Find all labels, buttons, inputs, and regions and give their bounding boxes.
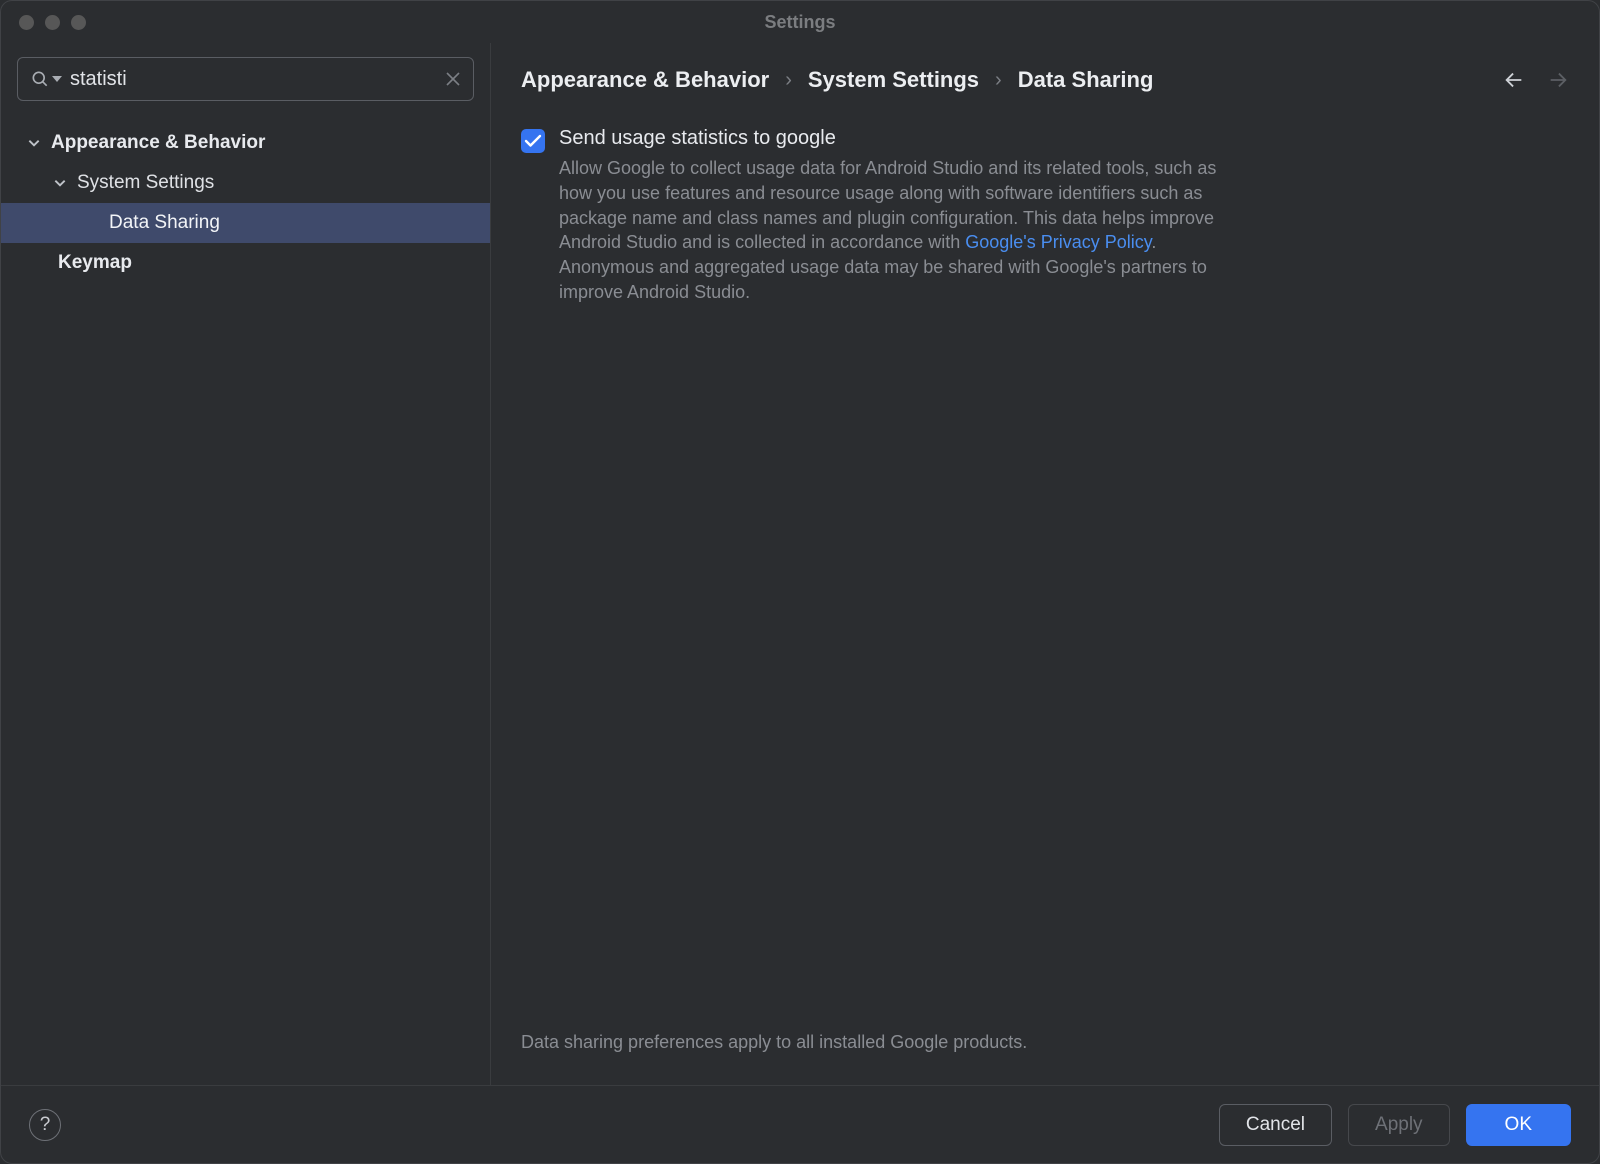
breadcrumb-separator-icon: › (995, 69, 1002, 92)
sidebar-item-label: Data Sharing (109, 212, 220, 234)
sidebar-item-label: System Settings (77, 172, 214, 194)
option-label: Send usage statistics to google (559, 127, 1239, 150)
cancel-button[interactable]: Cancel (1219, 1104, 1332, 1146)
chevron-down-icon (27, 136, 41, 150)
window-minimize-button[interactable] (45, 15, 60, 30)
content-header: Appearance & Behavior › System Settings … (521, 67, 1569, 93)
breadcrumb-part: Data Sharing (1018, 67, 1154, 93)
window-title: Settings (1, 12, 1599, 33)
send-usage-stats-option: Send usage statistics to google Allow Go… (521, 127, 1569, 305)
chevron-down-icon (53, 176, 67, 190)
search-input[interactable] (70, 68, 445, 91)
help-button[interactable]: ? (29, 1109, 61, 1141)
search-field-wrapper[interactable] (17, 57, 474, 101)
nav-arrows (1503, 69, 1569, 91)
window-zoom-button[interactable] (71, 15, 86, 30)
traffic-lights (1, 15, 86, 30)
footer-note: Data sharing preferences apply to all in… (521, 1032, 1569, 1085)
settings-window: Settings Appearance & Behavior S (0, 0, 1600, 1164)
ok-button[interactable]: OK (1466, 1104, 1571, 1146)
sidebar-item-label: Keymap (58, 252, 132, 274)
sidebar-item-label: Appearance & Behavior (51, 132, 265, 154)
nav-forward-icon (1547, 69, 1569, 91)
settings-sidebar: Appearance & Behavior System Settings Da… (1, 43, 491, 1085)
help-icon: ? (40, 1114, 51, 1136)
breadcrumb-part[interactable]: System Settings (808, 67, 979, 93)
breadcrumb-part[interactable]: Appearance & Behavior (521, 67, 769, 93)
option-description: Allow Google to collect usage data for A… (559, 156, 1239, 305)
send-usage-stats-checkbox[interactable] (521, 129, 545, 153)
breadcrumb: Appearance & Behavior › System Settings … (521, 67, 1153, 93)
apply-button: Apply (1348, 1104, 1450, 1146)
sidebar-item-keymap[interactable]: Keymap (1, 243, 490, 283)
checkmark-icon (524, 133, 542, 149)
search-icon (30, 69, 50, 89)
nav-back-icon[interactable] (1503, 69, 1525, 91)
settings-content: Appearance & Behavior › System Settings … (491, 43, 1599, 1085)
sidebar-item-system-settings[interactable]: System Settings (1, 163, 490, 203)
clear-search-icon[interactable] (445, 71, 461, 87)
dialog-footer: ? Cancel Apply OK (1, 1085, 1599, 1163)
sidebar-item-data-sharing[interactable]: Data Sharing (1, 203, 490, 243)
dialog-body: Appearance & Behavior System Settings Da… (1, 43, 1599, 1085)
search-options-dropdown-icon[interactable] (52, 74, 62, 84)
sidebar-item-appearance-behavior[interactable]: Appearance & Behavior (1, 123, 490, 163)
settings-tree: Appearance & Behavior System Settings Da… (1, 115, 490, 283)
option-text: Send usage statistics to google Allow Go… (559, 127, 1239, 305)
breadcrumb-separator-icon: › (785, 69, 792, 92)
window-close-button[interactable] (19, 15, 34, 30)
titlebar: Settings (1, 1, 1599, 43)
privacy-policy-link[interactable]: Google's Privacy Policy (965, 232, 1151, 252)
